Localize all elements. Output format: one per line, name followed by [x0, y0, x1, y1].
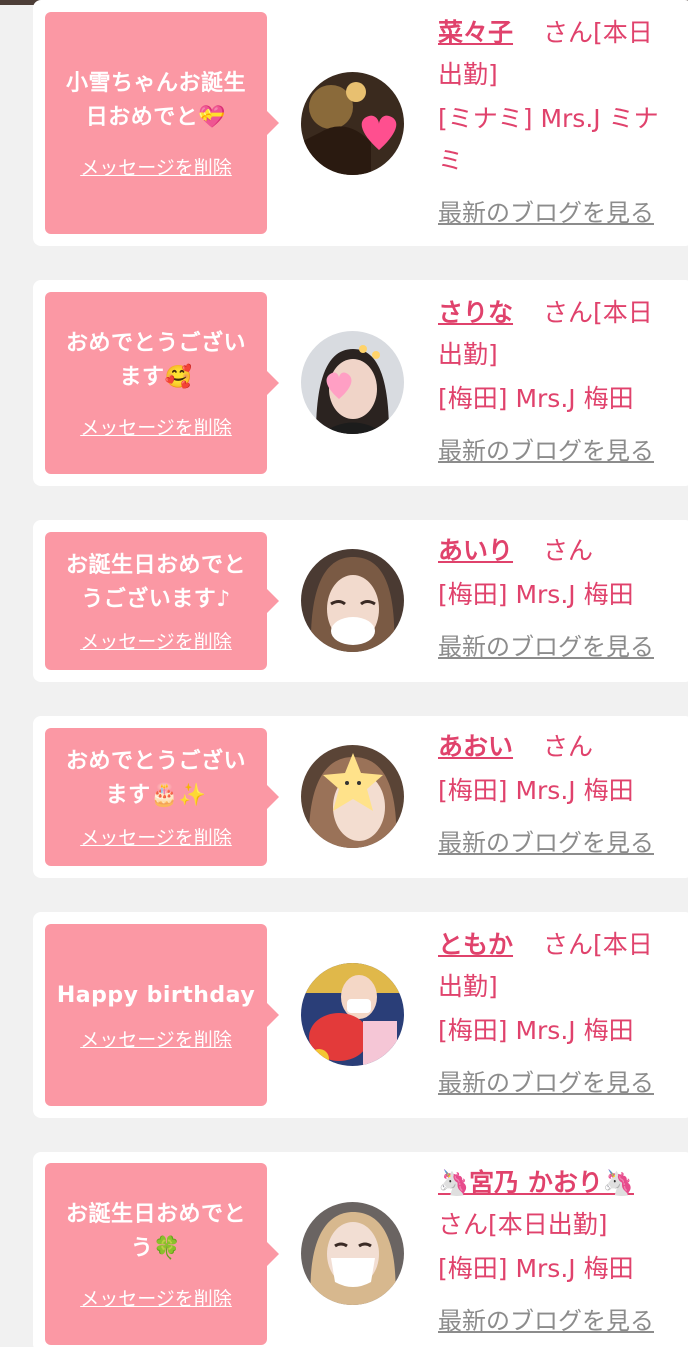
- message-line: おめでとうござい: [65, 748, 246, 774]
- cast-info: ともか さん[本日 出勤] [梅田] Mrs.J 梅田 最新のブログを見る: [438, 924, 678, 1104]
- cast-info: あいり さん [梅田] Mrs.J 梅田 最新のブログを見る: [438, 530, 678, 668]
- message-bubble: お誕生日おめでと う🍀 メッセージを削除: [45, 1163, 279, 1345]
- message-line: 小雪ちゃんお誕生: [65, 70, 246, 96]
- delete-message-link[interactable]: メッセージを削除: [80, 627, 232, 654]
- delete-message-link[interactable]: メッセージを削除: [80, 823, 232, 850]
- delete-message-link[interactable]: メッセージを削除: [80, 1284, 232, 1311]
- cast-name-link[interactable]: 🦄宮乃 かおり🦄: [438, 1168, 634, 1197]
- status-text: さん: [542, 732, 593, 761]
- message-card: お誕生日おめでと うございます♪ メッセージを削除 あいり さん [梅田] Mr…: [33, 520, 688, 682]
- cast-info: さりな さん[本日 出勤] [梅田] Mrs.J 梅田 最新のブログを見る: [438, 292, 678, 472]
- message-line: Happy birthday: [56, 982, 256, 1008]
- status-text: さん: [542, 536, 593, 565]
- message-card: お誕生日おめでと う🍀 メッセージを削除 🦄宮乃 かおり🦄 さん[本日出勤] […: [33, 1152, 688, 1347]
- message-text: おめでとうござい ます🎂✨: [66, 745, 246, 813]
- shop-line: ミ: [438, 146, 464, 175]
- message-card: おめでとうござい ます🥰 メッセージを削除 さりな さん[本日 出勤] [梅田]…: [33, 280, 688, 486]
- cast-info: 🦄宮乃 かおり🦄 さん[本日出勤] [梅田] Mrs.J 梅田 最新のブログを見…: [438, 1162, 678, 1342]
- message-bubble: Happy birthday メッセージを削除: [45, 924, 279, 1106]
- message-line: うございます♪: [81, 586, 231, 612]
- avatar[interactable]: [301, 331, 404, 434]
- cast-name-link[interactable]: あおい: [438, 732, 513, 761]
- delete-message-link[interactable]: メッセージを削除: [80, 413, 232, 440]
- message-bubble: おめでとうござい ます🎂✨ メッセージを削除: [45, 728, 279, 866]
- latest-blog-link[interactable]: 最新のブログを見る: [438, 1062, 678, 1104]
- avatar[interactable]: [301, 963, 404, 1066]
- latest-blog-link[interactable]: 最新のブログを見る: [438, 822, 678, 864]
- message-line: お誕生日おめでと: [65, 1201, 246, 1227]
- latest-blog-link[interactable]: 最新のブログを見る: [438, 1300, 678, 1342]
- shop-line: [ミナミ] Mrs.J ミナ: [438, 104, 659, 133]
- avatar[interactable]: [301, 1202, 404, 1305]
- message-line: ます🎂✨: [105, 782, 207, 808]
- message-text: Happy birthday: [57, 979, 255, 1013]
- status-text: さん[本日: [542, 930, 653, 959]
- delete-message-link[interactable]: メッセージを削除: [80, 153, 232, 180]
- cast-info: あおい さん [梅田] Mrs.J 梅田 最新のブログを見る: [438, 726, 678, 864]
- shop-name: [ミナミ] Mrs.J ミナ ミ: [438, 98, 678, 182]
- message-text: 小雪ちゃんお誕生 日おめでと💝: [66, 67, 246, 135]
- shop-name: [梅田] Mrs.J 梅田: [438, 384, 634, 413]
- latest-blog-link[interactable]: 最新のブログを見る: [438, 192, 678, 234]
- message-text: お誕生日おめでと うございます♪: [66, 549, 246, 617]
- message-text: おめでとうござい ます🥰: [66, 327, 246, 395]
- status-text: 出勤]: [438, 60, 498, 89]
- message-card: おめでとうござい ます🎂✨ メッセージを削除 あおい さん [梅田] Mrs.J…: [33, 716, 688, 878]
- status-text: 出勤]: [438, 340, 498, 369]
- shop-name: [梅田] Mrs.J 梅田: [438, 1016, 634, 1045]
- message-text: お誕生日おめでと う🍀: [66, 1198, 246, 1266]
- message-bubble: おめでとうござい ます🥰 メッセージを削除: [45, 292, 279, 474]
- cast-info: 菜々子 さん[本日 出勤] [ミナミ] Mrs.J ミナ ミ 最新のブログを見る: [438, 12, 678, 234]
- cast-name-link[interactable]: ともか: [438, 930, 513, 959]
- status-text: さん[本日: [542, 298, 653, 327]
- latest-blog-link[interactable]: 最新のブログを見る: [438, 430, 678, 472]
- message-line: おめでとうござい: [65, 330, 246, 356]
- status-text: 出勤]: [438, 972, 498, 1001]
- cast-name-link[interactable]: あいり: [438, 536, 513, 565]
- avatar[interactable]: [301, 72, 404, 175]
- cast-name-link[interactable]: さりな: [438, 298, 513, 327]
- shop-name: [梅田] Mrs.J 梅田: [438, 776, 634, 805]
- message-bubble: お誕生日おめでと うございます♪ メッセージを削除: [45, 532, 279, 670]
- message-card: 小雪ちゃんお誕生 日おめでと💝 メッセージを削除 菜々子 さん[本日 出勤] […: [33, 0, 688, 246]
- message-bubble: 小雪ちゃんお誕生 日おめでと💝 メッセージを削除: [45, 12, 279, 234]
- message-line: お誕生日おめでと: [65, 552, 246, 578]
- message-line: う🍀: [130, 1235, 182, 1261]
- message-card: Happy birthday メッセージを削除 ともか さん[本日 出勤] [梅…: [33, 912, 688, 1118]
- avatar[interactable]: [301, 745, 404, 848]
- message-line: 日おめでと💝: [85, 104, 227, 130]
- avatar[interactable]: [301, 549, 404, 652]
- message-line: ます🥰: [119, 364, 193, 390]
- delete-message-link[interactable]: メッセージを削除: [80, 1025, 232, 1052]
- shop-name: [梅田] Mrs.J 梅田: [438, 580, 634, 609]
- latest-blog-link[interactable]: 最新のブログを見る: [438, 626, 678, 668]
- shop-name: [梅田] Mrs.J 梅田: [438, 1254, 634, 1283]
- status-text: さん[本日出勤]: [438, 1210, 608, 1239]
- cast-name-link[interactable]: 菜々子: [438, 18, 513, 47]
- status-text: さん[本日: [542, 18, 653, 47]
